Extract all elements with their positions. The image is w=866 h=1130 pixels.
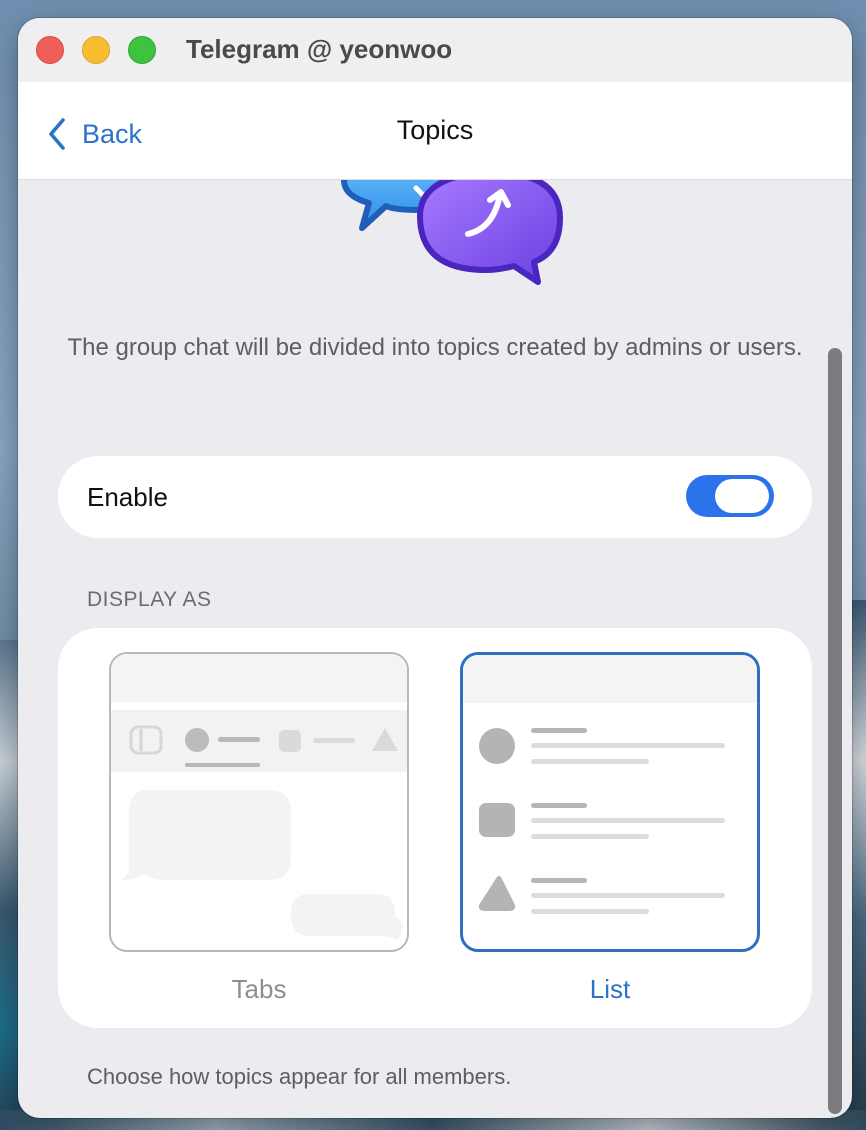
display-as-header: DISPLAY AS <box>87 588 212 611</box>
settings-content: The group chat will be divided into topi… <box>18 180 852 1118</box>
display-option-list[interactable]: List <box>460 652 760 1005</box>
page-title: Topics <box>396 115 474 145</box>
display-as-card: Tabs List <box>58 628 812 1028</box>
list-layout-preview <box>460 652 760 952</box>
title-bar: Telegram @ yeonwoo <box>18 18 852 82</box>
display-option-tabs[interactable]: Tabs <box>109 652 409 1005</box>
zoom-window-button[interactable] <box>128 36 156 64</box>
toggle-knob <box>715 479 769 513</box>
tabs-preview-illustration <box>111 654 407 940</box>
window-title: Telegram @ yeonwoo <box>186 34 453 64</box>
minimize-window-button[interactable] <box>82 36 110 64</box>
list-option-label: List <box>589 974 631 1004</box>
topics-description: The group chat will be divided into topi… <box>67 334 803 361</box>
enable-label: Enable <box>87 482 168 512</box>
display-as-footer: Choose how topics appear for all members… <box>87 1064 512 1089</box>
tabs-option-label: Tabs <box>231 974 287 1004</box>
topics-chat-bubbles-icon <box>341 180 563 285</box>
enable-toggle[interactable] <box>686 475 774 517</box>
app-window: Telegram @ yeonwoo Back Topics The group… <box>18 18 852 1118</box>
close-window-button[interactable] <box>36 36 64 64</box>
desktop-wallpaper-left <box>0 640 20 1130</box>
navigation-bar: Back Topics <box>18 82 852 180</box>
tabs-layout-preview <box>109 652 409 952</box>
vertical-scrollbar[interactable] <box>828 348 842 1114</box>
enable-topics-row[interactable]: Enable <box>58 456 812 538</box>
list-preview-illustration <box>463 655 757 914</box>
